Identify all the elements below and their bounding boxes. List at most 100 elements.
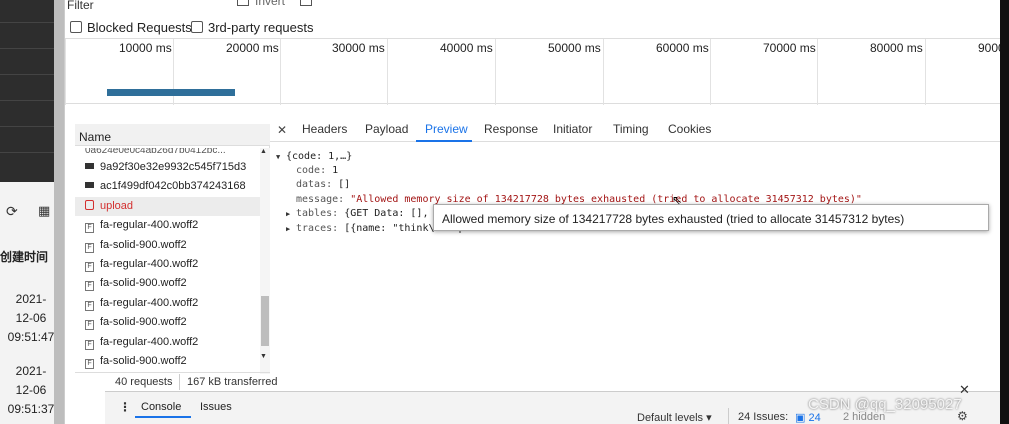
tab-response[interactable]: Response (484, 122, 538, 136)
kebab-menu-icon[interactable]: ⋮ (119, 400, 131, 414)
list-item[interactable]: Ffa-solid-900.woff2 (75, 274, 260, 293)
filter-bar: Filter Invert (65, 0, 1001, 12)
third-party-requests-label: 3rd-party requests (208, 20, 314, 35)
name-column-header[interactable]: Name (75, 124, 270, 146)
timeline-tick-label: 50000 ms (548, 41, 601, 55)
list-item[interactable]: 9a92f30e32e9932c545f715d3 (75, 158, 260, 177)
collapse-triangle-icon[interactable]: ▶ (286, 210, 296, 218)
timeline-tick-label: 70000 ms (763, 41, 816, 55)
status-divider (179, 374, 180, 390)
mouse-cursor-icon: ⇖ (672, 193, 683, 207)
font-file-icon: F (85, 300, 94, 311)
tab-payload[interactable]: Payload (365, 122, 408, 136)
expand-triangle-icon[interactable]: ▼ (276, 153, 286, 161)
font-file-icon: F (85, 320, 94, 331)
request-list: Name 0a624e0e0c4ab26d7b0412bc... 9a92f30… (75, 124, 270, 374)
grid-icon[interactable]: ▦ (38, 203, 50, 219)
request-filter-row: Blocked Requests 3rd-party requests (65, 18, 1001, 38)
json-preview: ▼ {code: 1,…} code: 1 datas: [] message: … (270, 148, 1001, 376)
network-overview-timeline[interactable]: 10000 ms 20000 ms 30000 ms 40000 ms 5000… (65, 38, 1005, 105)
host-datetime-cell: 2021- 12-06 09:51:47 (7, 292, 55, 344)
host-scrollbar[interactable] (54, 0, 64, 424)
filter-label[interactable]: Filter (67, 0, 94, 12)
list-item[interactable]: Ffa-regular-400.woff2 (75, 216, 260, 235)
json-root[interactable]: ▼ {code: 1,…} (276, 151, 352, 162)
timeline-tick-label: 40000 ms (440, 41, 493, 55)
timeline-tick-label: 30000 ms (332, 41, 385, 55)
hide-data-urls-checkbox[interactable] (300, 0, 312, 6)
list-item[interactable]: Ffa-solid-900.woff2 (75, 313, 260, 332)
request-count: 40 requests (115, 376, 173, 388)
transferred-size: 167 kB transferred (187, 376, 278, 388)
active-tab-indicator (416, 140, 472, 142)
timeline-tick-label: 10000 ms (119, 41, 172, 55)
invert-label: Invert (255, 0, 286, 8)
host-datetime-cell: 2021- 12-06 09:51:37 (7, 364, 55, 416)
tab-timing[interactable]: Timing (613, 122, 649, 136)
json-line-datas: datas: [] (296, 179, 351, 190)
timeline-tick-label: 60000 ms (656, 41, 709, 55)
watermark: CSDN @qq_32095027 (808, 396, 962, 413)
list-item[interactable]: ac1f499df042c0bb374243168 (75, 177, 260, 196)
tab-preview[interactable]: Preview (425, 122, 468, 136)
host-toolbar: ⟳ ▦ (4, 203, 58, 221)
timeline-tick-label: 20000 ms (226, 41, 279, 55)
scroll-down-arrow-icon[interactable]: ▼ (260, 353, 267, 360)
active-tab-indicator (135, 416, 191, 418)
dark-file-icon (85, 182, 94, 189)
blocked-requests-checkbox[interactable] (70, 21, 82, 33)
close-icon[interactable]: ✕ (277, 123, 287, 137)
scroll-thumb[interactable] (261, 296, 269, 346)
timeline-tick (603, 39, 604, 105)
detail-tabs: ✕ Headers Payload Preview Response Initi… (270, 116, 1001, 142)
font-file-icon: F (85, 339, 94, 350)
list-item-selected[interactable]: upload (75, 196, 260, 217)
blocked-requests-label: Blocked Requests (87, 20, 192, 35)
value-tooltip: Allowed memory size of 134217728 bytes e… (433, 204, 989, 231)
tab-console[interactable]: Console (141, 401, 181, 413)
screenshot-stage: ⟳ ▦ 创建时间 2021- 12-06 09:51:47 2021- 12-0… (0, 0, 1009, 424)
timeline-tick (387, 39, 388, 105)
timeline-tick (495, 39, 496, 105)
list-item[interactable]: Ffa-regular-400.woff2 (75, 255, 260, 274)
json-line-code: code: 1 (296, 165, 339, 176)
list-item[interactable]: Ffa-regular-400.woff2 (75, 294, 260, 313)
error-file-icon (85, 199, 94, 210)
dark-file-icon (85, 163, 94, 169)
collapse-triangle-icon[interactable]: ▶ (286, 225, 296, 233)
tab-cookies[interactable]: Cookies (668, 122, 711, 136)
font-file-icon: F (85, 281, 94, 292)
timeline-tick (65, 39, 66, 105)
network-status-bar: 40 requests 167 kB transferred (75, 372, 289, 392)
font-file-icon: F (85, 358, 94, 369)
log-levels-dropdown[interactable]: Default levels ▾ (637, 411, 712, 424)
invert-checkbox[interactable] (237, 0, 249, 6)
request-list-items: 0a624e0e0c4ab26d7b0412bc... 9a92f30e32e9… (75, 148, 260, 374)
tab-initiator[interactable]: Initiator (553, 122, 592, 136)
list-item[interactable]: Ffa-solid-900.woff2 (75, 352, 260, 371)
font-file-icon: F (85, 242, 94, 253)
scroll-up-arrow-icon[interactable]: ▲ (260, 148, 267, 155)
refresh-icon[interactable]: ⟳ (6, 203, 18, 220)
toolbar-divider (728, 408, 729, 424)
message-icon: ▣ (795, 412, 806, 424)
timeline-tick (280, 39, 281, 105)
font-file-icon: F (85, 261, 94, 272)
timeline-request-bar (107, 89, 235, 96)
screen-edge (1000, 0, 1009, 424)
third-party-requests-checkbox[interactable] (191, 21, 203, 33)
host-dark-panel (0, 0, 54, 182)
list-item[interactable]: Ffa-regular-400.woff2 (75, 333, 260, 352)
timeline-tick-label: 80000 ms (870, 41, 923, 55)
issues-count[interactable]: 24 Issues: (738, 411, 788, 423)
host-column-header: 创建时间 (0, 250, 49, 264)
tab-headers[interactable]: Headers (302, 122, 347, 136)
font-file-icon: F (85, 223, 94, 234)
request-detail-pane: ✕ Headers Payload Preview Response Initi… (270, 116, 1001, 376)
timeline-tick (925, 39, 926, 105)
request-list-scrollbar[interactable]: ▲ ▼ (260, 148, 270, 374)
tab-issues[interactable]: Issues (200, 401, 232, 413)
list-item[interactable]: 0a624e0e0c4ab26d7b0412bc... (75, 148, 260, 158)
timeline-tick (817, 39, 818, 105)
list-item[interactable]: Ffa-solid-900.woff2 (75, 236, 260, 255)
